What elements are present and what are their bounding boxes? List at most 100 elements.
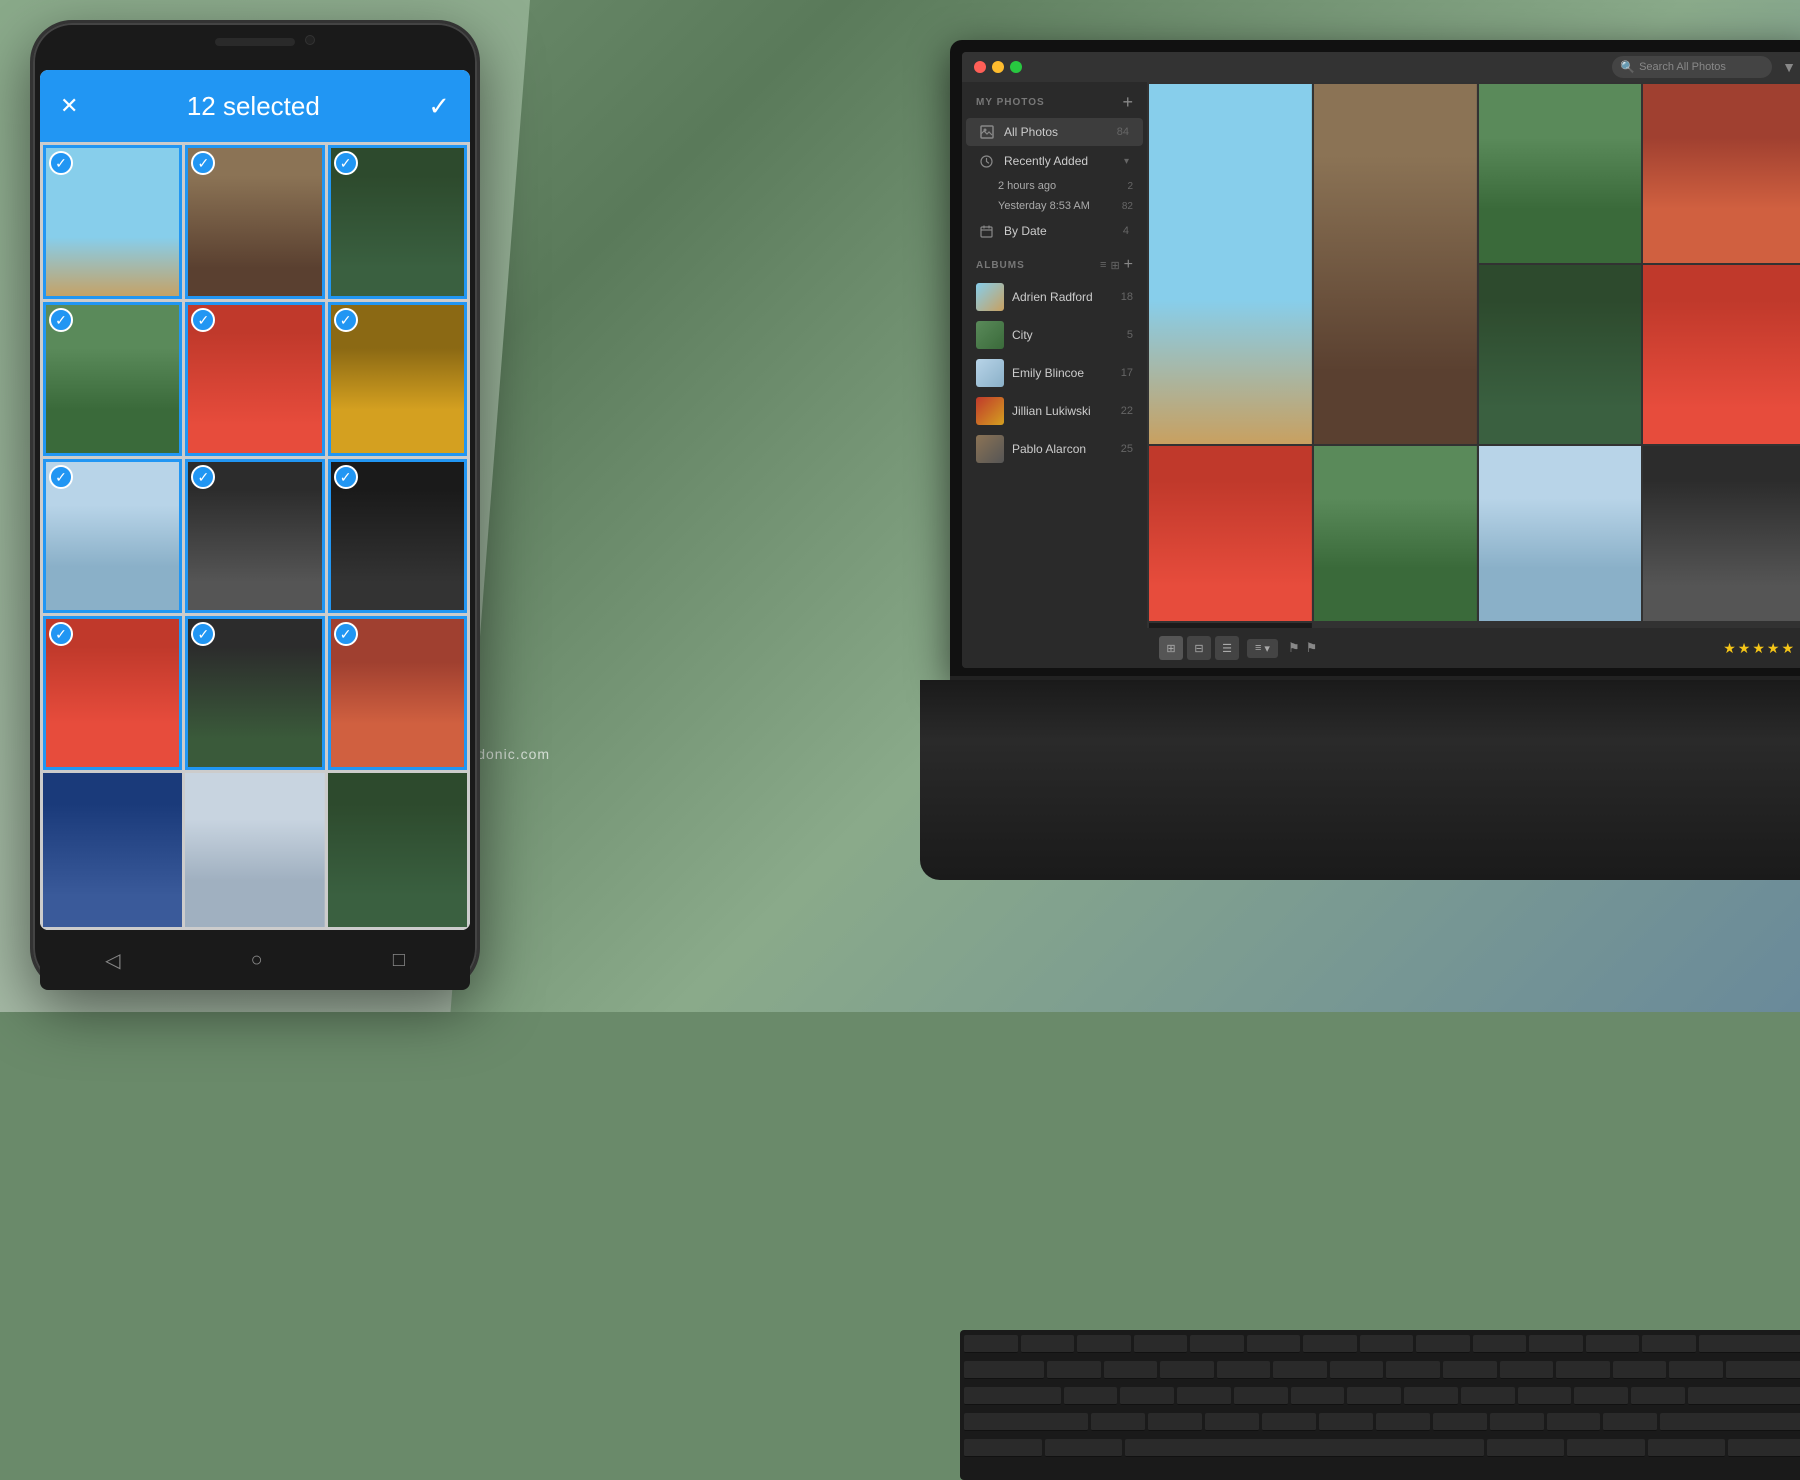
- sidebar-album-pablo-alarcon[interactable]: Pablo Alarcon25: [962, 430, 1147, 468]
- sidebar-album-adrien-radford[interactable]: Adrien Radford18: [962, 278, 1147, 316]
- keyboard-key[interactable]: [1660, 1413, 1800, 1431]
- keyboard-key[interactable]: [1360, 1335, 1414, 1353]
- keyboard-key[interactable]: [1064, 1387, 1118, 1405]
- phone-photo-cell[interactable]: ✓: [185, 145, 324, 299]
- sort-button[interactable]: ≡ ▾: [1247, 639, 1278, 658]
- keyboard-key[interactable]: [1648, 1439, 1726, 1457]
- keyboard-key[interactable]: [1461, 1387, 1515, 1405]
- keyboard-key[interactable]: [1642, 1335, 1696, 1353]
- grid-large-view[interactable]: ⊞: [1159, 636, 1183, 660]
- phone-photo-cell[interactable]: ✓: [328, 459, 467, 613]
- phone-home-button[interactable]: ○: [251, 949, 263, 972]
- keyboard-key[interactable]: [1291, 1387, 1345, 1405]
- mac-maximize-button[interactable]: [1010, 61, 1022, 73]
- main-photo-cell[interactable]: [1479, 265, 1642, 444]
- keyboard-key[interactable]: [1190, 1335, 1244, 1353]
- keyboard-key[interactable]: [1386, 1361, 1440, 1379]
- main-photo-cell[interactable]: [1643, 84, 1800, 263]
- main-photo-cell[interactable]: [1643, 446, 1800, 621]
- sidebar-item-all-photos[interactable]: All Photos 84: [966, 118, 1143, 146]
- keyboard-key[interactable]: [1120, 1387, 1174, 1405]
- keyboard-key[interactable]: [1217, 1361, 1271, 1379]
- keyboard-key[interactable]: [1148, 1413, 1202, 1431]
- sidebar-subitem-yesterday[interactable]: Yesterday 8:53 AM 82: [962, 196, 1147, 216]
- sidebar-item-by-date[interactable]: By Date 4: [966, 217, 1143, 245]
- keyboard-key[interactable]: [1021, 1335, 1075, 1353]
- mac-minimize-button[interactable]: [992, 61, 1004, 73]
- phone-close-button[interactable]: ✕: [60, 93, 78, 119]
- sidebar-album-emily-blincoe[interactable]: Emily Blincoe17: [962, 354, 1147, 392]
- phone-photo-cell[interactable]: [43, 773, 182, 927]
- main-photo-cell[interactable]: [1314, 446, 1477, 621]
- keyboard-key[interactable]: [1603, 1413, 1657, 1431]
- keyboard-key[interactable]: [1556, 1361, 1610, 1379]
- mac-search-bar[interactable]: 🔍 Search All Photos: [1612, 56, 1772, 78]
- filter-flag-2[interactable]: ⚑: [1306, 640, 1318, 656]
- keyboard-key[interactable]: [1688, 1387, 1800, 1405]
- phone-photo-cell[interactable]: ✓: [43, 302, 182, 456]
- filter-flag-1[interactable]: ⚑: [1288, 640, 1300, 656]
- phone-photo-cell[interactable]: ✓: [43, 616, 182, 770]
- keyboard-key[interactable]: [1234, 1387, 1288, 1405]
- main-photo-cell[interactable]: [1149, 84, 1312, 444]
- phone-back-button[interactable]: ◁: [105, 948, 120, 973]
- keyboard-key[interactable]: [1091, 1413, 1145, 1431]
- keyboard-key[interactable]: [1613, 1361, 1667, 1379]
- list-view[interactable]: ☰: [1215, 636, 1239, 660]
- keyboard-key[interactable]: [1567, 1439, 1645, 1457]
- keyboard-key[interactable]: [1262, 1413, 1316, 1431]
- keyboard-key[interactable]: [1160, 1361, 1214, 1379]
- add-album-button[interactable]: +: [1124, 256, 1133, 274]
- keyboard-key[interactable]: [1303, 1335, 1357, 1353]
- phone-photo-cell[interactable]: [328, 773, 467, 927]
- keyboard-key[interactable]: [964, 1361, 1044, 1379]
- keyboard-key[interactable]: [1473, 1335, 1527, 1353]
- filter-icon[interactable]: ▼: [1782, 59, 1796, 75]
- main-photo-cell[interactable]: [1643, 265, 1800, 444]
- keyboard-key[interactable]: [1134, 1335, 1188, 1353]
- keyboard-key[interactable]: [1529, 1335, 1583, 1353]
- mac-close-button[interactable]: [974, 61, 986, 73]
- keyboard-key[interactable]: [1416, 1335, 1470, 1353]
- keyboard-key[interactable]: [1518, 1387, 1572, 1405]
- phone-recent-button[interactable]: □: [393, 949, 405, 972]
- keyboard-key[interactable]: [1574, 1387, 1628, 1405]
- keyboard-key[interactable]: [1443, 1361, 1497, 1379]
- keyboard-key[interactable]: [1104, 1361, 1158, 1379]
- keyboard-key[interactable]: [1487, 1439, 1565, 1457]
- phone-photo-cell[interactable]: ✓: [43, 459, 182, 613]
- phone-photo-cell[interactable]: [185, 773, 324, 927]
- keyboard-key[interactable]: [1586, 1335, 1640, 1353]
- keyboard-key[interactable]: [1547, 1413, 1601, 1431]
- keyboard-key[interactable]: [964, 1439, 1042, 1457]
- sidebar-item-recently-added[interactable]: Recently Added ▾: [966, 147, 1143, 175]
- keyboard-key[interactable]: [1500, 1361, 1554, 1379]
- keyboard-key[interactable]: [1433, 1413, 1487, 1431]
- keyboard-key[interactable]: [1047, 1361, 1101, 1379]
- keyboard-key[interactable]: [1319, 1413, 1373, 1431]
- main-photo-cell[interactable]: [1314, 84, 1477, 444]
- keyboard-key[interactable]: [1273, 1361, 1327, 1379]
- grid-small-view[interactable]: ⊟: [1187, 636, 1211, 660]
- keyboard-key[interactable]: [964, 1413, 1088, 1431]
- keyboard-key[interactable]: [1726, 1361, 1800, 1379]
- phone-photo-cell[interactable]: ✓: [328, 616, 467, 770]
- keyboard-key[interactable]: [1699, 1335, 1800, 1353]
- keyboard-key[interactable]: [1077, 1335, 1131, 1353]
- keyboard-key[interactable]: [1728, 1439, 1800, 1457]
- phone-photo-cell[interactable]: ✓: [328, 302, 467, 456]
- phone-photo-cell[interactable]: ✓: [185, 459, 324, 613]
- list-view-icon[interactable]: ≡: [1100, 259, 1106, 271]
- phone-photo-cell[interactable]: ✓: [185, 616, 324, 770]
- keyboard-key[interactable]: [1669, 1361, 1723, 1379]
- keyboard-key[interactable]: [1177, 1387, 1231, 1405]
- keyboard-key[interactable]: [964, 1335, 1018, 1353]
- sidebar-subitem-2hours[interactable]: 2 hours ago 2: [962, 176, 1147, 196]
- sidebar-album-jillian-lukiwski[interactable]: Jillian Lukiwski22: [962, 392, 1147, 430]
- main-photo-cell[interactable]: [1149, 446, 1312, 621]
- keyboard-key[interactable]: [1247, 1335, 1301, 1353]
- keyboard-key[interactable]: [1330, 1361, 1384, 1379]
- phone-photo-cell[interactable]: ✓: [185, 302, 324, 456]
- keyboard-key[interactable]: [964, 1387, 1061, 1405]
- keyboard-key[interactable]: [1404, 1387, 1458, 1405]
